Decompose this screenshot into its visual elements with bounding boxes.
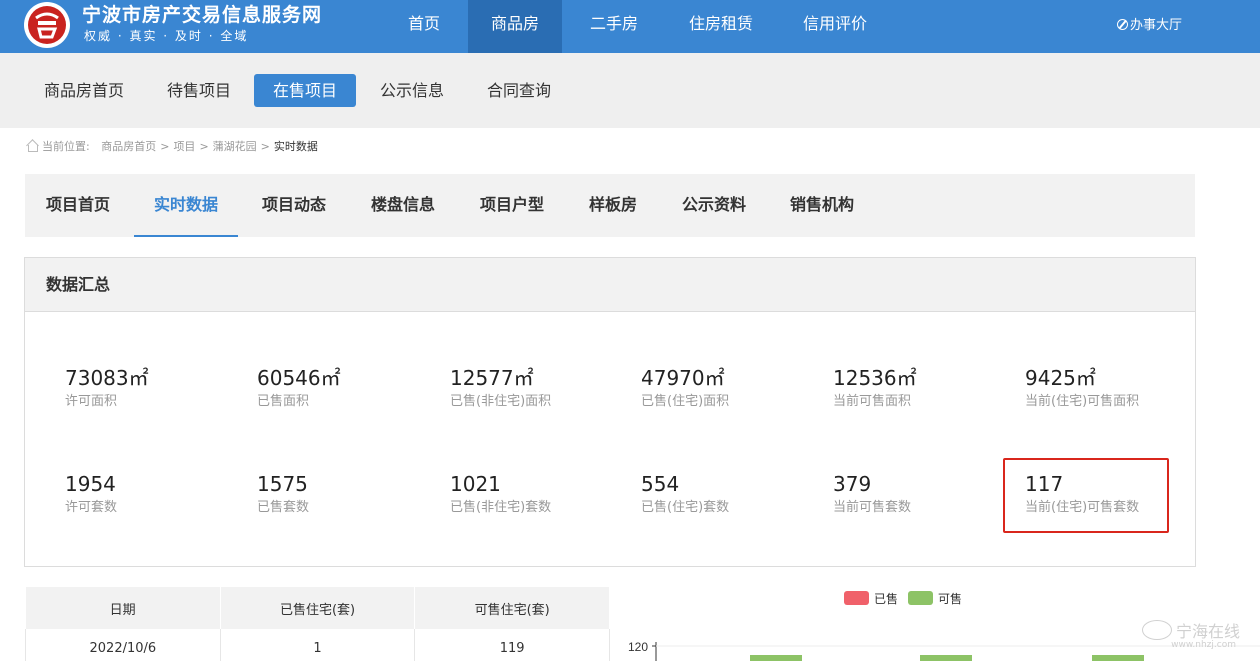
breadcrumb-item[interactable]: 商品房首页 <box>101 140 156 153</box>
stat-label: 已售面积 <box>257 394 310 409</box>
panel-title: 数据汇总 <box>25 258 1195 312</box>
stat-label: 已售(住宅)套数 <box>641 500 730 515</box>
stat-value: 12577㎡ <box>450 366 534 390</box>
stat-permit-area: 73083㎡ 许可面积 <box>65 365 235 411</box>
stat-label: 已售(非住宅)面积 <box>450 394 552 409</box>
stat-sold-res-area: 47970㎡ 已售(住宅)面积 <box>641 365 811 411</box>
stat-available-res-area: 9425㎡ 当前(住宅)可售面积 <box>1025 365 1195 411</box>
stat-sold-nonres-area: 12577㎡ 已售(非住宅)面积 <box>450 365 620 411</box>
nav-credit[interactable]: 信用评价 <box>790 0 880 53</box>
stat-label: 已售(非住宅)套数 <box>450 500 552 515</box>
watermark-text: 宁海在线 <box>1175 622 1240 641</box>
table-cell-available: 119 <box>414 629 610 661</box>
nav-rental[interactable]: 住房租赁 <box>676 0 766 53</box>
tab-realtime-data[interactable]: 实时数据 <box>134 174 238 237</box>
stat-label: 许可面积 <box>65 394 118 409</box>
top-header: 宁波市房产交易信息服务网 权威 · 真实 · 及时 · 全域 首页 商品房 二手… <box>0 0 1260 53</box>
highlight-box <box>1003 458 1169 533</box>
tab-building-info[interactable]: 楼盘信息 <box>370 174 436 237</box>
stat-value: 379 <box>833 472 872 496</box>
breadcrumb-prefix: 当前位置: <box>42 140 90 153</box>
tab-project-news[interactable]: 项目动态 <box>261 174 327 237</box>
subnav-contract-query[interactable]: 合同查询 <box>473 74 565 107</box>
stat-value: 47970㎡ <box>641 366 725 390</box>
breadcrumb-item[interactable]: 项目 <box>173 140 195 153</box>
chart-bars <box>750 655 1144 661</box>
stat-value: 12536㎡ <box>833 366 917 390</box>
y-tick-label: 120 <box>628 640 648 654</box>
brand: 宁波市房产交易信息服务网 权威 · 真实 · 及时 · 全域 <box>82 3 322 45</box>
stat-label: 已售套数 <box>257 500 310 515</box>
breadcrumb-separator: > <box>160 140 170 153</box>
bar-available[interactable] <box>750 655 802 661</box>
column-header-available: 可售住宅(套) <box>414 587 610 629</box>
site-logo[interactable] <box>24 2 70 48</box>
breadcrumb-current: 实时数据 <box>273 140 318 153</box>
breadcrumb-item[interactable]: 蒲湖花园 <box>213 140 257 153</box>
stat-sold-nonres-units: 1021 已售(非住宅)套数 <box>450 471 620 517</box>
office-hall-label: 办事大厅 <box>1129 18 1182 33</box>
table-cell-date: 2022/10/6 <box>25 629 221 661</box>
breadcrumb-separator: > <box>199 140 209 153</box>
subnav-public-info[interactable]: 公示信息 <box>366 74 458 107</box>
column-header-date: 日期 <box>25 587 221 629</box>
stat-sold-units: 1575 已售套数 <box>257 471 427 517</box>
stat-available-units: 379 当前可售套数 <box>833 471 1003 517</box>
tab-project-home[interactable]: 项目首页 <box>45 174 111 237</box>
watermark: 宁海在线 www.nhzj.com <box>1141 618 1240 650</box>
site-slogan: 权威 · 真实 · 及时 · 全域 <box>84 29 249 43</box>
stat-permit-units: 1954 许可套数 <box>65 471 235 517</box>
subnav-new-house-home[interactable]: 商品房首页 <box>30 74 138 107</box>
stat-value: 554 <box>641 472 680 496</box>
subnav-pending-projects[interactable]: 待售项目 <box>153 74 245 107</box>
stat-value: 1021 <box>450 472 501 496</box>
sub-nav: 商品房首页 待售项目 在售项目 公示信息 合同查询 <box>0 53 1260 128</box>
breadcrumb-separator: > <box>260 140 270 153</box>
tab-show-flat[interactable]: 样板房 <box>588 174 638 237</box>
stat-sold-res-units: 554 已售(住宅)套数 <box>641 471 811 517</box>
tab-public-docs[interactable]: 公示资料 <box>681 174 747 237</box>
stat-sold-area: 60546㎡ 已售面积 <box>257 365 427 411</box>
stat-label: 当前(住宅)可售面积 <box>1025 394 1140 409</box>
tab-sales-agency[interactable]: 销售机构 <box>789 174 855 237</box>
nav-second-hand[interactable]: 二手房 <box>578 0 650 53</box>
data-summary-panel: 数据汇总 73083㎡ 许可面积 60546㎡ 已售面积 12577㎡ 已售(非… <box>24 257 1196 567</box>
stat-label: 当前可售面积 <box>833 394 912 409</box>
stat-value: 60546㎡ <box>257 366 341 390</box>
stat-value: 9425㎡ <box>1025 366 1096 390</box>
table-row: 2022/10/6 1 119 <box>25 629 610 661</box>
site-title: 宁波市房产交易信息服务网 <box>82 4 323 26</box>
office-hall-link[interactable]: 办事大厅 <box>1116 14 1182 33</box>
home-icon <box>26 140 38 152</box>
bar-available[interactable] <box>920 655 972 661</box>
stat-label: 已售(住宅)面积 <box>641 394 730 409</box>
tab-unit-types[interactable]: 项目户型 <box>479 174 545 237</box>
table-cell-sold: 1 <box>219 629 416 661</box>
stat-value: 1575 <box>257 472 308 496</box>
watermark-url: www.nhzj.com <box>1171 640 1236 650</box>
watermark-logo-icon <box>1141 620 1172 640</box>
column-header-sold: 已售住宅(套) <box>220 587 416 629</box>
stat-label: 当前可售套数 <box>833 500 912 515</box>
project-tabs: 项目首页 实时数据 项目动态 楼盘信息 项目户型 样板房 公示资料 销售机构 <box>25 174 1195 237</box>
breadcrumb: 当前位置: 商品房首页 > 项目 > 蒲湖花园 > 实时数据 <box>26 138 318 154</box>
nav-home[interactable]: 首页 <box>392 0 456 53</box>
stat-label: 许可套数 <box>65 500 118 515</box>
stat-value: 1954 <box>65 472 116 496</box>
stat-value: 73083㎡ <box>65 366 149 390</box>
stat-available-area: 12536㎡ 当前可售面积 <box>833 365 1003 411</box>
bar-available[interactable] <box>1092 655 1144 661</box>
nav-new-house[interactable]: 商品房 <box>468 0 562 53</box>
subnav-on-sale-projects[interactable]: 在售项目 <box>254 74 356 107</box>
compass-icon <box>1116 19 1128 30</box>
table-header-row: 日期 已售住宅(套) 可售住宅(套) <box>25 587 610 629</box>
daily-data-table: 日期 已售住宅(套) 可售住宅(套) 2022/10/6 1 119 <box>25 587 610 661</box>
